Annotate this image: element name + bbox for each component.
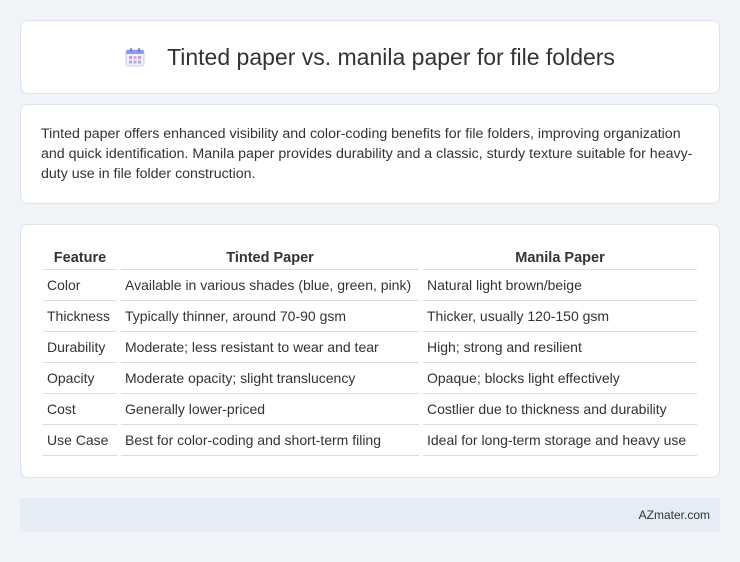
tinted-cell: Moderate; less resistant to wear and tea…	[121, 332, 419, 363]
tinted-cell: Best for color-coding and short-term fil…	[121, 425, 419, 456]
table-row: Color Available in various shades (blue,…	[43, 270, 697, 301]
table-row: Durability Moderate; less resistant to w…	[43, 332, 697, 363]
tinted-cell: Typically thinner, around 70-90 gsm	[121, 301, 419, 332]
feature-cell: Use Case	[43, 425, 117, 456]
feature-cell: Opacity	[43, 363, 117, 394]
tinted-cell: Generally lower-priced	[121, 394, 419, 425]
tinted-cell: Available in various shades (blue, green…	[121, 270, 419, 301]
column-header-feature: Feature	[43, 243, 117, 270]
column-header-tinted: Tinted Paper	[121, 243, 419, 270]
table-header-row: Feature Tinted Paper Manila Paper	[43, 243, 697, 270]
manila-cell: Thicker, usually 120-150 gsm	[423, 301, 697, 332]
page-title: Tinted paper vs. manila paper for file f…	[167, 43, 615, 70]
manila-cell: Opaque; blocks light effectively	[423, 363, 697, 394]
tinted-cell: Moderate opacity; slight translucency	[121, 363, 419, 394]
footer-brand[interactable]: AZmater.com	[639, 508, 710, 522]
comparison-table: Feature Tinted Paper Manila Paper Color …	[39, 243, 701, 456]
column-header-manila: Manila Paper	[423, 243, 697, 270]
feature-cell: Cost	[43, 394, 117, 425]
feature-cell: Durability	[43, 332, 117, 363]
manila-cell: Costlier due to thickness and durability	[423, 394, 697, 425]
table-row: Thickness Typically thinner, around 70-9…	[43, 301, 697, 332]
comparison-table-card: Feature Tinted Paper Manila Paper Color …	[20, 224, 720, 478]
title-card: Tinted paper vs. manila paper for file f…	[20, 20, 720, 94]
table-row: Opacity Moderate opacity; slight translu…	[43, 363, 697, 394]
feature-cell: Thickness	[43, 301, 117, 332]
manila-cell: Ideal for long-term storage and heavy us…	[423, 425, 697, 456]
description-card: Tinted paper offers enhanced visibility …	[20, 104, 720, 204]
calendar-icon	[125, 47, 145, 67]
manila-cell: Natural light brown/beige	[423, 270, 697, 301]
feature-cell: Color	[43, 270, 117, 301]
description-text: Tinted paper offers enhanced visibility …	[41, 126, 693, 182]
table-row: Use Case Best for color-coding and short…	[43, 425, 697, 456]
manila-cell: High; strong and resilient	[423, 332, 697, 363]
table-row: Cost Generally lower-priced Costlier due…	[43, 394, 697, 425]
footer-bar: AZmater.com	[20, 498, 720, 532]
